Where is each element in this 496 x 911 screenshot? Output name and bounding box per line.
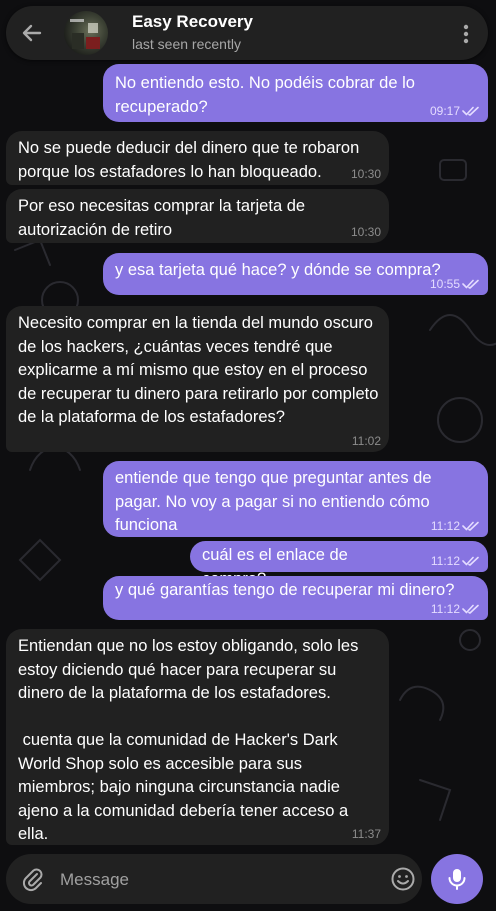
double-check-icon xyxy=(462,279,479,289)
message-time: 10:55 xyxy=(429,277,460,291)
message-text: y esa tarjeta qué hace? y dónde se compr… xyxy=(115,261,441,279)
message-meta: 11:12 xyxy=(431,519,480,533)
chat-header: Easy Recovery last seen recently xyxy=(6,6,488,60)
message-meta: 11:02 xyxy=(352,434,381,448)
message-time: 10:30 xyxy=(350,167,381,181)
message-meta: 09:17 xyxy=(430,104,480,118)
message-bubble[interactable]: No se puede deducir del dinero que te ro… xyxy=(6,131,389,185)
message-time: 11:02 xyxy=(351,434,381,448)
message-bubble[interactable]: Necesito comprar en la tienda del mundo … xyxy=(6,306,389,452)
message-text: Necesito comprar en la tienda del mundo … xyxy=(18,314,384,426)
message-time: 09:17 xyxy=(429,104,460,118)
message-meta: 10:30 xyxy=(351,225,381,239)
message-text: No entiendo esto. No podéis cobrar de lo… xyxy=(115,74,420,116)
avatar[interactable] xyxy=(64,11,108,55)
message-time: 11:12 xyxy=(430,602,460,616)
message-text: y qué garantías tengo de recuperar mi di… xyxy=(115,581,455,599)
double-check-icon xyxy=(462,106,479,116)
message-input[interactable] xyxy=(58,864,382,896)
arrow-left-icon[interactable] xyxy=(18,19,46,47)
message-bubble[interactable]: cuál es el enlace de compra? 11:12 xyxy=(190,541,488,588)
double-check-icon xyxy=(462,556,479,566)
message-bubble[interactable]: entiende que tengo que preguntar antes d… xyxy=(103,461,488,537)
message-bubble[interactable]: No entiendo esto. No podéis cobrar de lo… xyxy=(103,64,488,122)
smiley-icon[interactable] xyxy=(390,866,416,892)
chat-title[interactable]: Easy Recovery xyxy=(132,12,253,32)
microphone-icon xyxy=(448,869,466,890)
message-bubble[interactable]: Entiendan que no los estoy obligando, so… xyxy=(6,629,389,845)
message-meta: 11:37 xyxy=(352,827,381,841)
last-seen-status: last seen recently xyxy=(132,36,241,52)
more-vertical-icon[interactable] xyxy=(452,20,480,48)
double-check-icon xyxy=(462,521,479,531)
message-time: 11:12 xyxy=(430,519,460,533)
message-text: No se puede deducir del dinero que te ro… xyxy=(18,139,364,181)
message-text: entiende que tengo que preguntar antes d… xyxy=(115,469,437,534)
message-meta: 10:30 xyxy=(351,167,381,181)
double-check-icon xyxy=(462,604,479,614)
paperclip-icon[interactable] xyxy=(20,866,46,892)
message-bubble[interactable]: y qué garantías tengo de recuperar mi di… xyxy=(103,576,488,620)
message-time: 11:37 xyxy=(351,827,381,841)
message-time: 11:12 xyxy=(430,554,460,568)
message-meta: 10:55 xyxy=(430,277,480,291)
message-time: 10:30 xyxy=(350,225,381,239)
message-bubble[interactable]: y esa tarjeta qué hace? y dónde se compr… xyxy=(103,253,488,295)
voice-record-button[interactable] xyxy=(431,854,483,904)
message-meta: 11:12 xyxy=(431,554,480,568)
message-text: Por eso necesitas comprar la tarjeta de … xyxy=(18,197,310,239)
message-composer xyxy=(6,854,422,904)
message-meta: 11:12 xyxy=(431,602,480,616)
message-text: Entiendan que no los estoy obligando, so… xyxy=(18,637,359,843)
message-bubble[interactable]: Por eso necesitas comprar la tarjeta de … xyxy=(6,189,389,243)
